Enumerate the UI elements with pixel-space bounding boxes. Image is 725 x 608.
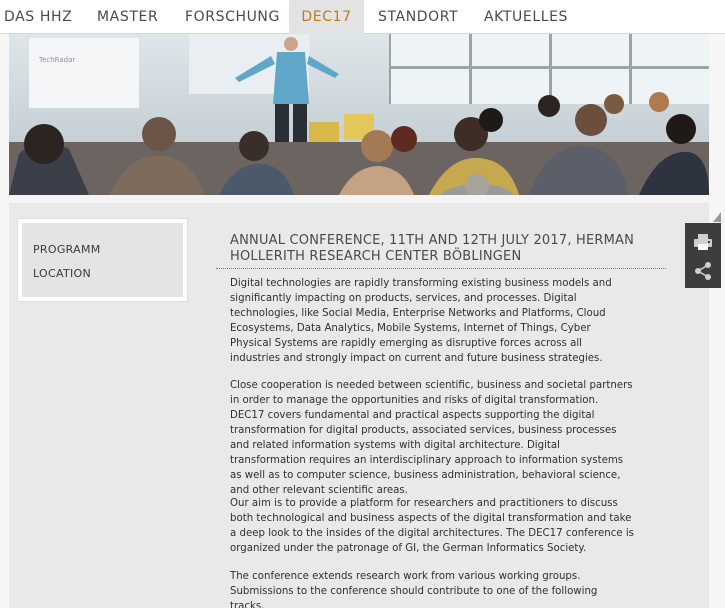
nav-item-dec17[interactable]: DEC17 <box>289 0 364 34</box>
page-frame-left <box>0 34 9 608</box>
nav-item-master[interactable]: MASTER <box>97 0 158 34</box>
share-icon[interactable] <box>685 256 721 286</box>
article-paragraph-3: Our aim is to provide a platform for res… <box>230 498 634 554</box>
subnav-inner: PROGRAMM LOCATION <box>22 223 183 297</box>
printer-icon[interactable] <box>685 227 721 257</box>
subnav-box: PROGRAMM LOCATION <box>18 219 187 301</box>
nav-item-forschung[interactable]: FORSCHUNG <box>185 0 280 34</box>
conference-photo: TechRadar <box>9 34 709 195</box>
article-paragraph-2: Close cooperation is needed between scie… <box>230 380 633 496</box>
subnav-item-programm[interactable]: PROGRAMM <box>33 243 101 256</box>
article-paragraph-1: Digital technologies are rapidly transfo… <box>230 278 612 364</box>
print-share-toolbar <box>685 223 721 288</box>
hero-image-conference: TechRadar <box>9 34 709 195</box>
top-navigation: DAS HHZ MASTER FORSCHUNG DEC17 STANDORT … <box>0 0 725 34</box>
projection-text: TechRadar <box>38 56 75 64</box>
nav-item-standort[interactable]: STANDORT <box>378 0 458 34</box>
nav-item-aktuelles[interactable]: AKTUELLES <box>484 0 568 34</box>
toolbar-tab <box>713 212 721 222</box>
article-paragraph-4: The conference extends research work fro… <box>230 571 598 608</box>
nav-item-das-hhz[interactable]: DAS HHZ <box>4 0 72 34</box>
title-divider <box>216 268 666 269</box>
article-title: ANNUAL CONFERENCE, 11TH AND 12TH JULY 20… <box>230 233 635 264</box>
subnav-item-location[interactable]: LOCATION <box>33 267 91 280</box>
page-frame-right <box>709 34 725 608</box>
